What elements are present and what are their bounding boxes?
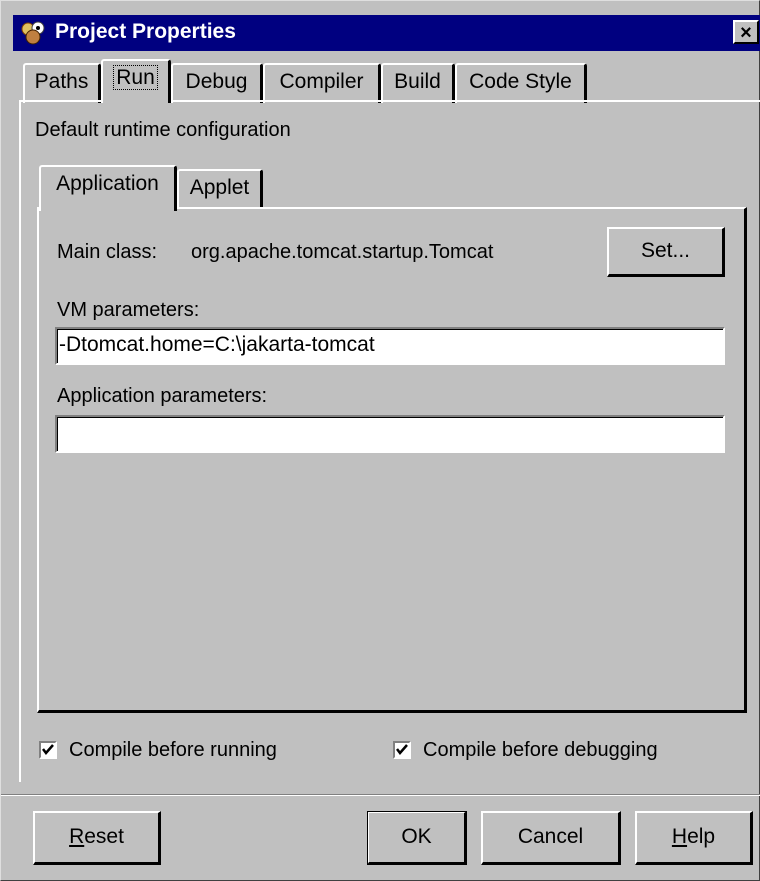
reset-mnemonic: R xyxy=(69,825,85,848)
close-button[interactable]: × xyxy=(733,20,759,44)
tab-build-label: Build xyxy=(394,70,441,93)
subtab-applet[interactable]: Applet xyxy=(177,169,263,209)
application-parameters-label: Application parameters: xyxy=(57,385,268,407)
tab-compiler[interactable]: Compiler xyxy=(263,63,381,103)
set-button[interactable]: Set... xyxy=(607,227,725,277)
help-button-label: elp xyxy=(687,825,716,848)
subtab-applet-label: Applet xyxy=(189,176,250,199)
help-button[interactable]: Help xyxy=(635,811,753,865)
tab-compiler-label: Compiler xyxy=(279,70,364,93)
main-class-value: org.apache.tomcat.startup.Tomcat xyxy=(191,241,494,263)
compile-before-running-label: Compile before running xyxy=(69,739,277,761)
tab-run-label: Run xyxy=(113,65,158,90)
tab-run[interactable]: Run xyxy=(101,59,171,103)
tab-build[interactable]: Build xyxy=(381,63,455,103)
title-bar[interactable]: Project Properties × xyxy=(13,15,760,51)
vm-parameters-label: VM parameters: xyxy=(57,299,200,321)
subtab-application-label: Application xyxy=(56,172,159,195)
help-mnemonic: H xyxy=(671,825,688,848)
tab-code-style-label: Code Style xyxy=(469,70,572,93)
cancel-button[interactable]: Cancel xyxy=(481,811,621,865)
tab-paths[interactable]: Paths xyxy=(23,63,101,103)
project-properties-dialog: Project Properties × Paths Run Debug Com… xyxy=(0,0,760,881)
compile-before-debugging-checkbox[interactable] xyxy=(393,741,411,759)
application-parameters-field[interactable] xyxy=(55,415,725,453)
tab-debug-label: Debug xyxy=(185,70,248,93)
reset-button[interactable]: Reset xyxy=(33,811,161,865)
vm-parameters-field[interactable]: -Dtomcat.home=C:\jakarta-tomcat xyxy=(55,327,725,365)
set-button-label: Set... xyxy=(640,239,691,262)
tab-paths-label: Paths xyxy=(34,70,89,93)
reset-button-label: eset xyxy=(84,825,124,848)
cancel-button-label: Cancel xyxy=(517,825,584,848)
application-panel xyxy=(37,207,747,713)
ok-button[interactable]: OK xyxy=(367,811,467,865)
compile-before-running-checkbox[interactable] xyxy=(39,741,57,759)
section-label: Default runtime configuration xyxy=(35,119,291,141)
subtab-application[interactable]: Application xyxy=(39,165,177,211)
app-icon xyxy=(21,21,45,45)
checkmark-icon xyxy=(396,744,408,755)
checkmark-icon xyxy=(42,744,54,755)
compile-before-debugging-label: Compile before debugging xyxy=(423,739,658,761)
tab-debug[interactable]: Debug xyxy=(171,63,263,103)
main-class-label: Main class: xyxy=(57,241,158,263)
ok-button-label: OK xyxy=(401,825,432,848)
close-icon: × xyxy=(740,22,752,44)
window-title: Project Properties xyxy=(55,20,236,43)
tab-code-style[interactable]: Code Style xyxy=(455,63,587,103)
divider xyxy=(1,794,760,796)
